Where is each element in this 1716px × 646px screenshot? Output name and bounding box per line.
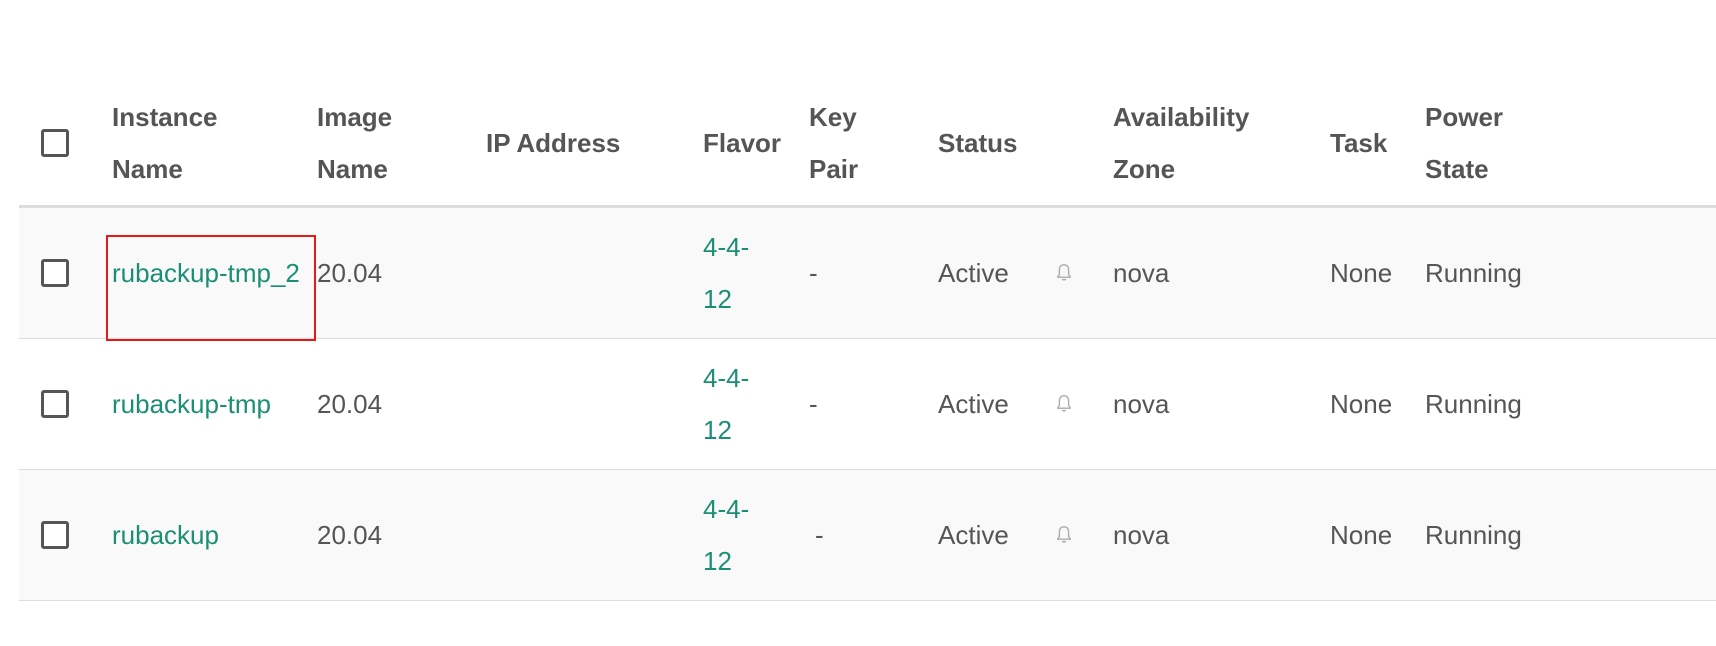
flavor-cell: 4-4-12 [703, 339, 763, 469]
header-key-pair[interactable]: Key Pair [809, 80, 884, 205]
select-all-cell [41, 80, 69, 205]
task-cell: None [1330, 208, 1392, 338]
instance-name-link[interactable]: rubackup [112, 509, 219, 561]
row-checkbox[interactable] [41, 390, 69, 418]
header-availability-zone-label: Availability Zone [1113, 101, 1250, 184]
key-pair-cell: - [815, 470, 824, 600]
row-select-cell [41, 339, 69, 469]
status-icon-cell [1053, 339, 1075, 469]
availability-zone-cell: nova [1113, 208, 1169, 338]
header-flavor-label: Flavor [703, 127, 782, 158]
instance-name-cell: rubackup-tmp [112, 339, 302, 469]
image-name-value: 20.04 [317, 258, 383, 288]
key-pair-value: - [809, 389, 818, 419]
status-cell: Active [938, 339, 1009, 469]
key-pair-cell: - [809, 339, 818, 469]
power-state-value: Running [1425, 389, 1522, 419]
header-key-pair-label: Key Pair [809, 101, 859, 184]
table-row: rubackup-tmp 20.04 4-4-12 - Active nova … [19, 339, 1716, 470]
table-header: Instance Name Image Name IP Address Flav… [19, 80, 1716, 208]
image-name-cell: 20.04 [317, 339, 382, 469]
header-instance-name[interactable]: Instance Name [112, 80, 262, 205]
availability-zone-value: nova [1113, 389, 1170, 419]
key-pair-cell: - [809, 208, 818, 338]
instance-name-cell: rubackup [112, 470, 302, 600]
flavor-link[interactable]: 4-4-12 [703, 352, 763, 456]
header-flavor[interactable]: Flavor [703, 80, 803, 205]
table-row: rubackup-tmp_2 20.04 4-4-12 - Active nov… [19, 208, 1716, 339]
header-status[interactable]: Status [938, 80, 1058, 205]
row-select-cell [41, 208, 69, 338]
power-state-cell: Running [1425, 470, 1522, 600]
task-cell: None [1330, 470, 1392, 600]
image-name-value: 20.04 [317, 389, 383, 419]
header-power-state-label: Power State [1425, 101, 1504, 184]
task-cell: None [1330, 339, 1392, 469]
instance-name-link[interactable]: rubackup-tmp [112, 378, 271, 430]
instance-name-cell: rubackup-tmp_2 [112, 208, 302, 338]
flavor-link[interactable]: 4-4-12 [703, 221, 763, 325]
row-checkbox[interactable] [41, 259, 69, 287]
bell-icon[interactable] [1053, 262, 1075, 284]
task-value: None [1330, 520, 1393, 550]
header-image-name[interactable]: Image Name [317, 80, 417, 205]
bell-icon[interactable] [1053, 393, 1075, 415]
bell-icon[interactable] [1053, 524, 1075, 546]
power-state-value: Running [1425, 258, 1522, 288]
select-all-checkbox[interactable] [41, 128, 69, 157]
availability-zone-cell: nova [1113, 339, 1169, 469]
header-instance-name-label: Instance Name [112, 101, 218, 184]
image-name-cell: 20.04 [317, 470, 382, 600]
status-cell: Active [938, 470, 1009, 600]
instance-name-link[interactable]: rubackup-tmp_2 [112, 247, 300, 299]
task-value: None [1330, 389, 1393, 419]
instances-table: Instance Name Image Name IP Address Flav… [19, 80, 1716, 601]
flavor-link[interactable]: 4-4-12 [703, 483, 763, 587]
task-value: None [1330, 258, 1393, 288]
image-name-value: 20.04 [317, 520, 383, 550]
key-pair-value: - [809, 258, 818, 288]
status-icon-cell [1053, 208, 1075, 338]
header-image-name-label: Image Name [317, 101, 393, 184]
power-state-cell: Running [1425, 208, 1522, 338]
header-availability-zone[interactable]: Availability Zone [1113, 80, 1283, 205]
header-task-label: Task [1330, 127, 1388, 158]
key-pair-value: - [815, 520, 824, 550]
availability-zone-value: nova [1113, 258, 1170, 288]
header-status-label: Status [938, 127, 1018, 158]
row-select-cell [41, 470, 69, 600]
header-power-state[interactable]: Power State [1425, 80, 1525, 205]
status-value: Active [938, 258, 1009, 288]
header-ip-address[interactable]: IP Address [486, 80, 666, 205]
status-cell: Active [938, 208, 1009, 338]
table-row: rubackup 20.04 4-4-12 - Active nova None [19, 470, 1716, 601]
availability-zone-cell: nova [1113, 470, 1169, 600]
flavor-cell: 4-4-12 [703, 208, 763, 338]
image-name-cell: 20.04 [317, 208, 382, 338]
status-value: Active [938, 389, 1009, 419]
header-ip-address-label: IP Address [486, 127, 621, 158]
status-value: Active [938, 520, 1009, 550]
power-state-cell: Running [1425, 339, 1522, 469]
power-state-value: Running [1425, 520, 1522, 550]
availability-zone-value: nova [1113, 520, 1170, 550]
header-task[interactable]: Task [1330, 80, 1410, 205]
row-checkbox[interactable] [41, 521, 69, 549]
status-icon-cell [1053, 470, 1075, 600]
flavor-cell: 4-4-12 [703, 470, 763, 600]
